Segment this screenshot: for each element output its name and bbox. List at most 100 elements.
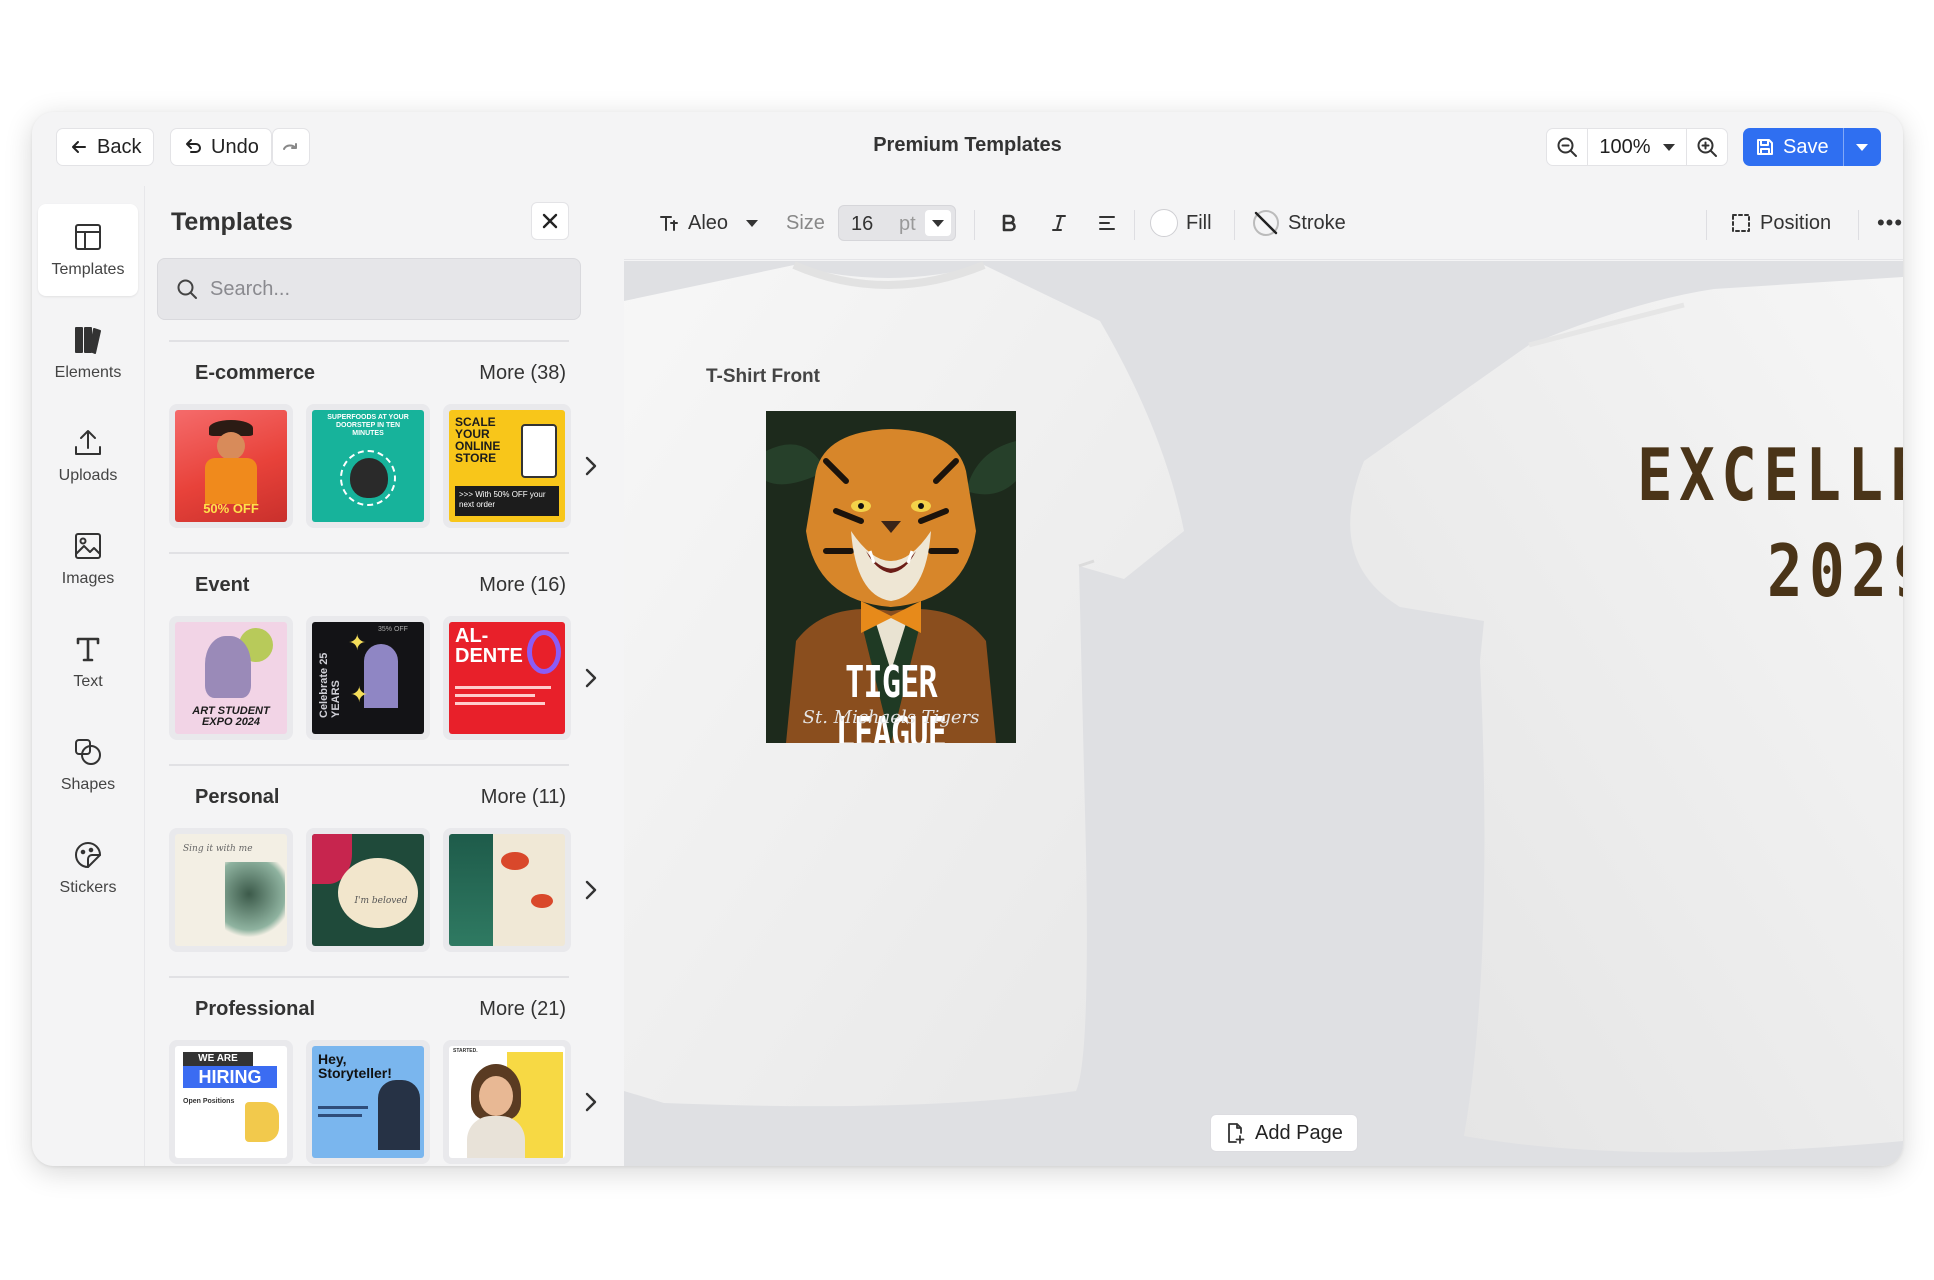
- next-templates-button[interactable]: [583, 878, 599, 902]
- align-button[interactable]: [1094, 204, 1120, 242]
- undo-icon: [186, 139, 201, 153]
- template-thumb[interactable]: I'm beloved: [306, 828, 430, 952]
- italic-icon: [1052, 215, 1066, 231]
- italic-button[interactable]: [1046, 204, 1072, 242]
- toolbar-separator: [1706, 210, 1707, 240]
- save-options-button[interactable]: [1842, 128, 1881, 166]
- template-preview: ART STUDENT EXPO 2024: [175, 622, 287, 734]
- template-preview: Sing it with me: [175, 834, 287, 946]
- rail-item-uploads[interactable]: Uploads: [38, 410, 138, 502]
- rail-item-text[interactable]: Text: [38, 616, 138, 708]
- arrow-left-icon: [72, 141, 86, 153]
- more-event-link[interactable]: More (16): [479, 574, 566, 597]
- section-divider: [169, 340, 569, 342]
- next-templates-button[interactable]: [583, 1090, 599, 1114]
- template-thumb[interactable]: WE ARE HIRING Open Positions: [169, 1040, 293, 1164]
- template-thumb[interactable]: ART STUDENT EXPO 2024: [169, 616, 293, 740]
- more-options-button[interactable]: •••: [1876, 204, 1903, 242]
- tiger-league-design[interactable]: TIGER LEAGUE St. Michaels Tigers: [766, 411, 1016, 743]
- template-thumb[interactable]: STARTED.: [443, 1040, 571, 1164]
- template-preview: 50% OFF: [175, 410, 287, 522]
- template-preview: [449, 834, 565, 946]
- save-control: Save: [1743, 128, 1881, 166]
- next-templates-button[interactable]: [583, 666, 599, 690]
- search-input[interactable]: [210, 277, 550, 301]
- template-preview: AL- DENTE: [449, 622, 565, 734]
- close-icon: [542, 213, 558, 229]
- template-thumb[interactable]: Hey, Storyteller!: [306, 1040, 430, 1164]
- stroke-icon: [1253, 210, 1279, 236]
- close-panel-button[interactable]: [531, 202, 569, 240]
- chevron-right-icon: [585, 1092, 597, 1112]
- search-box: [157, 258, 581, 320]
- chevron-down-icon: [746, 219, 759, 227]
- section-title-personal: Personal: [195, 786, 280, 808]
- fill-button[interactable]: Fill: [1150, 204, 1212, 242]
- back-print-line2[interactable]: 2029: [1767, 529, 1903, 613]
- template-preview: STARTED.: [449, 1046, 565, 1158]
- template-thumb[interactable]: SCALE YOUR ONLINE STORE >>> With 50% OFF…: [443, 404, 571, 528]
- align-left-icon: [1099, 216, 1115, 230]
- template-thumb[interactable]: Celebrate 25 YEARS 35% OFF ✦ ✦: [306, 616, 430, 740]
- template-preview: Celebrate 25 YEARS 35% OFF ✦ ✦: [312, 622, 424, 734]
- stroke-button[interactable]: Stroke: [1252, 204, 1346, 242]
- zoom-control: 100%: [1546, 128, 1728, 166]
- tool-rail: Templates Elements Uploads Images Text S…: [32, 186, 144, 1166]
- more-personal-link[interactable]: More (11): [481, 786, 566, 809]
- design-canvas: T-Shirt Front TIGER LEAGUE St. Michaels …: [624, 261, 1903, 1166]
- template-thumb[interactable]: Sing it with me: [169, 828, 293, 952]
- redo-button[interactable]: [272, 128, 310, 166]
- section-title-professional: Professional: [195, 998, 316, 1020]
- shapes-icon: [75, 739, 101, 765]
- panel-title: Templates: [171, 208, 293, 236]
- back-print-line1[interactable]: EXCELLEN: [1637, 433, 1903, 517]
- zoom-out-button[interactable]: [1547, 129, 1587, 165]
- section-title-event: Event: [195, 574, 250, 596]
- chevron-down-icon: [1856, 143, 1869, 151]
- template-thumb[interactable]: SUPERFOODS AT YOUR DOORSTEP IN TEN MINUT…: [306, 404, 430, 528]
- editor-window: Back Undo Premium Templates 100% Save Te…: [32, 112, 1903, 1166]
- more-ecommerce-link[interactable]: More (38): [479, 362, 566, 385]
- next-templates-button[interactable]: [583, 454, 599, 478]
- position-button[interactable]: Position: [1730, 204, 1831, 242]
- back-button[interactable]: Back: [56, 128, 155, 166]
- rail-item-templates[interactable]: Templates: [38, 204, 138, 296]
- font-family-select[interactable]: Aleo: [658, 204, 759, 242]
- chevron-right-icon: [585, 880, 597, 900]
- rail-item-elements[interactable]: Elements: [38, 307, 138, 399]
- font-size-field[interactable]: 16 pt: [838, 205, 956, 241]
- fill-swatch-icon: [1150, 209, 1178, 237]
- bold-icon: [1002, 214, 1016, 232]
- section-title-ecommerce: E-commerce: [195, 362, 316, 384]
- sticker-icon: [75, 842, 101, 868]
- template-preview: SUPERFOODS AT YOUR DOORSTEP IN TEN MINUT…: [312, 410, 424, 522]
- undo-button[interactable]: Undo: [170, 128, 272, 166]
- page-label: T-Shirt Front: [706, 366, 820, 387]
- template-thumb[interactable]: 50% OFF: [169, 404, 293, 528]
- section-divider: [169, 764, 569, 766]
- more-professional-link[interactable]: More (21): [479, 998, 566, 1021]
- chevron-down-icon: [932, 219, 944, 227]
- template-thumb[interactable]: [443, 828, 571, 952]
- template-thumb[interactable]: AL- DENTE: [443, 616, 571, 740]
- rail-item-shapes[interactable]: Shapes: [38, 719, 138, 811]
- save-button[interactable]: Save: [1743, 128, 1843, 166]
- toolbar-separator: [1134, 210, 1135, 240]
- more-horizontal-icon: •••: [1876, 210, 1903, 235]
- add-page-button[interactable]: Add Page: [1210, 1114, 1358, 1152]
- font-size-dropdown-button[interactable]: [925, 210, 951, 236]
- toolbar-separator: [1858, 210, 1859, 240]
- bold-button[interactable]: [996, 204, 1022, 242]
- template-preview: Hey, Storyteller!: [312, 1046, 424, 1158]
- section-divider: [169, 976, 569, 978]
- font-icon: [660, 216, 678, 231]
- template-preview: I'm beloved: [312, 834, 424, 946]
- template-preview: SCALE YOUR ONLINE STORE >>> With 50% OFF…: [449, 410, 565, 522]
- rail-item-stickers[interactable]: Stickers: [38, 822, 138, 914]
- zoom-in-button[interactable]: [1687, 129, 1727, 165]
- search-icon: [177, 279, 197, 299]
- zoom-select[interactable]: 100%: [1587, 129, 1687, 165]
- template-preview: WE ARE HIRING Open Positions: [175, 1046, 287, 1158]
- chevron-right-icon: [585, 668, 597, 688]
- rail-item-images[interactable]: Images: [38, 513, 138, 605]
